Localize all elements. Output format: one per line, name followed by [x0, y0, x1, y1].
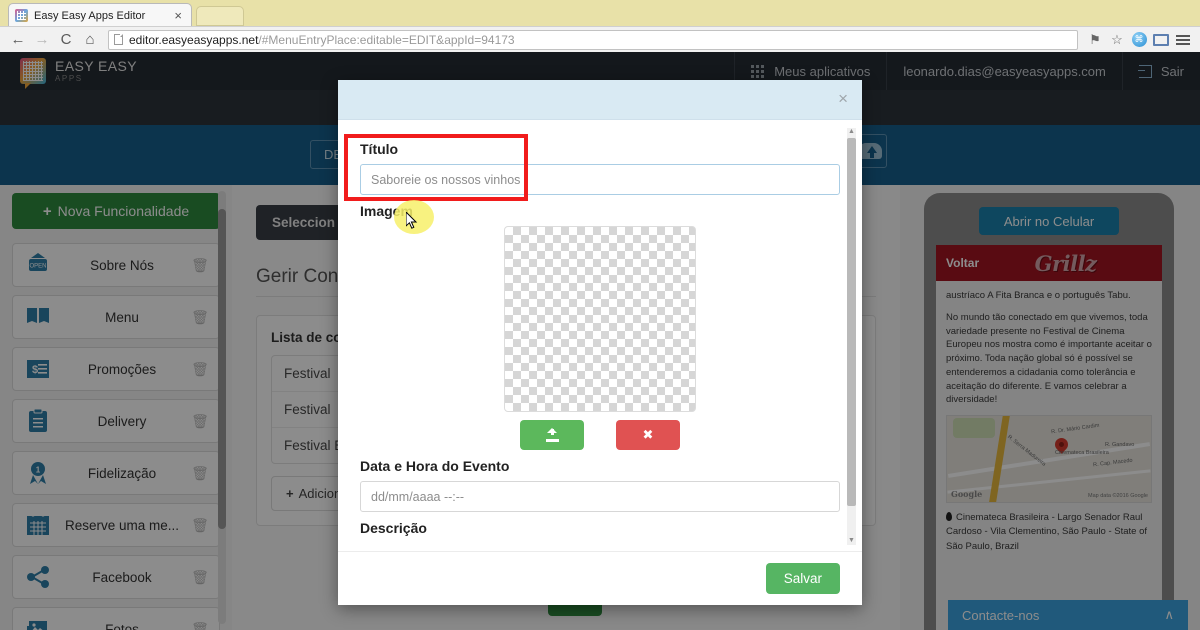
- url-path: /#MenuEntryPlace:editable=EDIT&appId=941…: [258, 33, 514, 47]
- forward-icon[interactable]: →: [30, 29, 54, 51]
- tab-strip: Easy Easy Apps Editor ×: [0, 0, 1200, 26]
- close-x-icon: ✖: [643, 427, 654, 443]
- browser-toolbar: ← → C ⌂ editor.easyeasyapps.net /#MenuEn…: [0, 26, 1200, 52]
- description-field-label: Descrição: [360, 520, 840, 536]
- image-buttons: ✖: [520, 420, 680, 450]
- browser-tab[interactable]: Easy Easy Apps Editor ×: [8, 3, 192, 27]
- bookmark-star-icon[interactable]: ☆: [1106, 30, 1128, 50]
- cast-icon[interactable]: [1150, 30, 1172, 50]
- image-upload-area: ✖: [360, 226, 840, 450]
- modal-footer: Salvar: [338, 551, 862, 605]
- title-input[interactable]: Saboreie os nossos vinhos: [360, 164, 840, 195]
- reload-icon[interactable]: C: [54, 29, 78, 51]
- date-field-label: Data e Hora do Evento: [360, 458, 840, 474]
- scroll-up-icon[interactable]: ▲: [847, 128, 856, 136]
- page-icon: [114, 34, 123, 45]
- tab-close-icon[interactable]: ×: [171, 9, 185, 22]
- url-host: editor.easyeasyapps.net: [129, 33, 258, 47]
- modal-body: Título Saboreie os nossos vinhos Imagem …: [338, 121, 862, 551]
- edit-content-modal: × Título Saboreie os nossos vinhos Image…: [338, 80, 862, 605]
- new-tab-button[interactable]: [196, 6, 244, 26]
- title-field-label: Título: [360, 141, 840, 157]
- home-icon[interactable]: ⌂: [78, 29, 102, 51]
- tab-title: Easy Easy Apps Editor: [34, 10, 171, 22]
- pin-icon[interactable]: ⚑: [1084, 30, 1106, 50]
- address-bar[interactable]: editor.easyeasyapps.net /#MenuEntryPlace…: [108, 30, 1078, 50]
- delete-image-button[interactable]: ✖: [616, 420, 680, 450]
- scroll-down-icon[interactable]: ▼: [847, 537, 856, 545]
- upload-icon: [546, 429, 559, 442]
- modal-scrollbar[interactable]: ▲ ▼: [847, 128, 856, 545]
- globe-icon[interactable]: ⌘: [1128, 30, 1150, 50]
- modal-header: ×: [338, 80, 862, 120]
- menu-icon[interactable]: [1172, 30, 1194, 50]
- mouse-cursor: [406, 212, 418, 230]
- screenshot-root: Easy Easy Apps Editor × ← → C ⌂ editor.e…: [0, 0, 1200, 630]
- browser-chrome: Easy Easy Apps Editor × ← → C ⌂ editor.e…: [0, 0, 1200, 52]
- upload-image-button[interactable]: [520, 420, 584, 450]
- save-button[interactable]: Salvar: [766, 563, 840, 594]
- close-icon[interactable]: ×: [838, 90, 848, 107]
- image-preview-placeholder[interactable]: [504, 226, 696, 412]
- date-input[interactable]: dd/mm/aaaa --:--: [360, 481, 840, 512]
- back-icon[interactable]: ←: [6, 29, 30, 51]
- favicon-icon: [15, 9, 28, 22]
